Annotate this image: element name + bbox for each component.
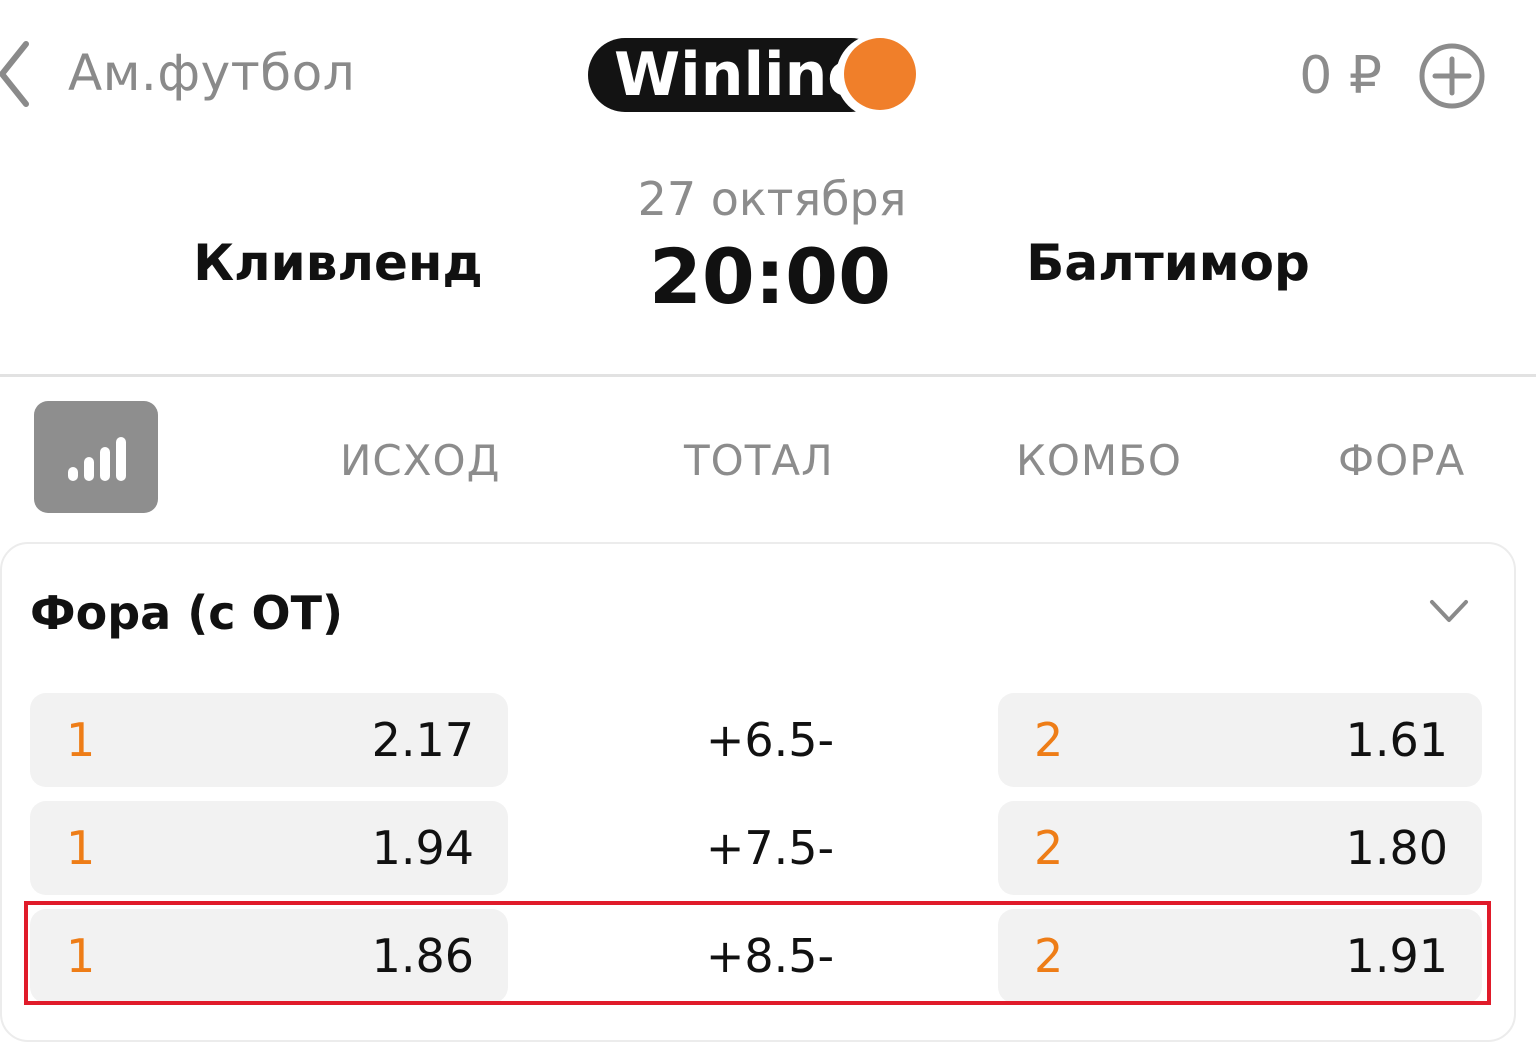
top-bar: Ам.футбол Winline 0 ₽: [0, 0, 1536, 150]
tab-outcome[interactable]: ИСХОД: [340, 436, 500, 485]
coefficient: 1.91: [1345, 929, 1448, 983]
outcome-label: 2: [1034, 713, 1064, 767]
tab-combo[interactable]: КОМБО: [1016, 436, 1182, 485]
coefficient: 1.94: [371, 821, 474, 875]
odd-home-row-1[interactable]: 1 2.17: [30, 693, 508, 787]
handicap-value: +7.5-: [705, 821, 835, 875]
chevron-down-icon: [1430, 600, 1468, 622]
coefficient: 1.80: [1345, 821, 1448, 875]
odd-away-row-2[interactable]: 2 1.80: [998, 801, 1482, 895]
tab-total[interactable]: ТОТАЛ: [684, 436, 834, 485]
plus-circle-icon: [1419, 43, 1485, 109]
balance[interactable]: 0 ₽: [1299, 46, 1382, 106]
logo-dot: [844, 38, 916, 110]
away-team: Балтимор: [1026, 234, 1310, 292]
add-funds-button[interactable]: [1418, 42, 1486, 110]
coefficient: 1.61: [1345, 713, 1448, 767]
collapse-button[interactable]: [1424, 592, 1474, 632]
logo-text: Winline: [614, 40, 869, 110]
outcome-label: 1: [66, 713, 96, 767]
outcome-label: 1: [66, 929, 96, 983]
coefficient: 1.86: [371, 929, 474, 983]
outcome-label: 2: [1034, 929, 1064, 983]
odd-away-row-1[interactable]: 2 1.61: [998, 693, 1482, 787]
outcome-label: 1: [66, 821, 96, 875]
chevron-left-icon: [0, 41, 29, 107]
handicap-value: +6.5-: [705, 713, 835, 767]
stats-button[interactable]: [34, 401, 158, 513]
odd-home-row-2[interactable]: 1 1.94: [30, 801, 508, 895]
signal-bars-icon: [68, 437, 126, 481]
tab-handicap[interactable]: ФОРА: [1338, 436, 1465, 485]
market-title: Фора (с ОТ): [30, 586, 344, 640]
back-button[interactable]: [0, 36, 40, 116]
odd-home-row-3[interactable]: 1 1.86: [30, 909, 508, 1003]
winline-logo: Winline: [588, 34, 928, 118]
match-date: 27 октября: [637, 172, 907, 226]
outcome-label: 2: [1034, 821, 1064, 875]
handicap-value: +8.5-: [705, 929, 835, 983]
section-title: Ам.футбол: [68, 44, 356, 102]
coefficient: 2.17: [371, 713, 474, 767]
divider: [0, 374, 1536, 377]
odd-away-row-3[interactable]: 2 1.91: [998, 909, 1482, 1003]
